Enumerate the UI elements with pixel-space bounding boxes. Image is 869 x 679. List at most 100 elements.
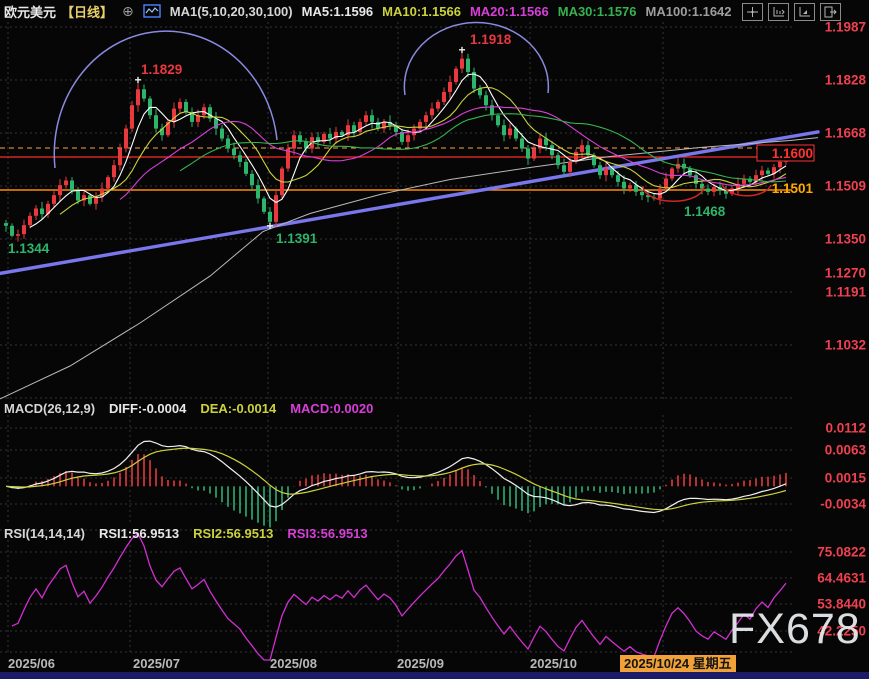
candle-body: [424, 115, 428, 122]
candle-body: [562, 165, 566, 172]
macd-title[interactable]: MACD(26,12,9): [4, 401, 95, 416]
timeframe-label[interactable]: 【日线】: [61, 2, 113, 21]
candle-body: [220, 129, 224, 139]
price-chart-canvas[interactable]: +++1.18291.19181.13911.13441.14681.19871…: [0, 0, 869, 679]
axis-price-label: 1.1032: [825, 338, 866, 353]
candle-body: [40, 208, 44, 214]
candle-body: [232, 149, 236, 156]
axis-price-label: 1.1270: [825, 266, 866, 281]
candle-body: [52, 195, 56, 204]
candle-body: [568, 162, 572, 172]
candle-body: [352, 125, 356, 132]
candle-body: [640, 192, 644, 195]
ma10-value: MA10:1.1566: [382, 4, 461, 19]
candle-body: [28, 216, 32, 225]
candle-body: [526, 149, 530, 159]
ma5-value: MA5:1.1596: [302, 4, 374, 19]
marked-price-tag: 1.1501: [772, 181, 814, 196]
axis-price-label: 75.0822: [817, 545, 866, 560]
candle-body: [616, 175, 620, 182]
price-annotation: 1.1391: [276, 231, 318, 246]
zoom-out-axis-button[interactable]: [794, 3, 815, 21]
candle-body: [436, 102, 440, 109]
candle-body: [406, 135, 410, 142]
marked-price-tag: 1.1600: [772, 146, 813, 161]
ma-settings-label[interactable]: MA1(5,10,20,30,100): [170, 4, 293, 19]
axis-price-label: 0.0112: [825, 421, 866, 436]
add-indicator-icon[interactable]: ⊕: [122, 3, 134, 20]
candle-body: [88, 195, 92, 204]
candle-body: [664, 179, 668, 189]
chart-header: 欧元美元 【日线】 ⊕ MA1(5,10,20,30,100) MA5:1.15…: [0, 0, 869, 22]
candle-body: [118, 149, 122, 166]
candle-body: [502, 125, 506, 135]
candle-body: [64, 181, 68, 186]
candle-body: [778, 162, 782, 167]
axis-price-label: 1.1350: [825, 232, 866, 247]
candle-body: [628, 185, 632, 188]
candle-body: [430, 109, 434, 116]
candle-body: [70, 181, 74, 191]
candle-body: [484, 95, 488, 105]
candle-body: [466, 59, 470, 72]
pan-tool-button[interactable]: [742, 3, 763, 21]
chart-toolbar: [742, 3, 841, 21]
candle-body: [760, 171, 764, 176]
candle-body: [478, 89, 482, 96]
candle-body: [16, 234, 20, 236]
candle-body: [262, 198, 266, 211]
ma20-value: MA20:1.1566: [470, 4, 549, 19]
macd-dea-line: [6, 448, 786, 510]
rsi2-value: RSI2:56.9513: [193, 526, 273, 541]
axis-price-label: 0.0015: [825, 471, 867, 486]
candle-body: [448, 82, 452, 92]
candle-body: [106, 177, 110, 188]
candle-body: [250, 174, 254, 185]
exit-fullscreen-button[interactable]: [820, 3, 841, 21]
zoom-in-axis-button[interactable]: [768, 3, 789, 21]
candle-body: [556, 155, 560, 165]
candle-body: [520, 139, 524, 149]
candle-body: [34, 208, 38, 215]
trendline: [0, 132, 818, 274]
candle-body: [94, 197, 98, 204]
candle-body: [622, 182, 626, 189]
candle-body: [634, 185, 638, 192]
horizontal-scrollbar[interactable]: [0, 672, 869, 679]
macd-macd-value: MACD:0.0020: [290, 401, 373, 416]
candle-body: [532, 149, 536, 159]
candle-body: [706, 188, 710, 191]
candle-body: [238, 155, 242, 162]
candle-body: [226, 139, 230, 149]
candle-body: [4, 223, 8, 226]
candle-body: [136, 89, 140, 105]
axis-price-label: 0.0063: [825, 443, 867, 458]
candle-body: [508, 129, 512, 136]
candle-body: [124, 129, 128, 149]
x-axis-month-label: 2025/09: [397, 656, 444, 671]
candle-body: [604, 169, 608, 176]
price-annotation: 1.1829: [141, 62, 182, 77]
chart-type-icon[interactable]: [143, 4, 161, 18]
candle-body: [670, 169, 674, 179]
candle-body: [370, 115, 374, 122]
candle-body: [112, 165, 116, 177]
pattern-arc-red: [643, 186, 704, 201]
axis-price-label: -0.0034: [820, 497, 866, 512]
price-annotation: 1.1918: [470, 32, 512, 47]
axis-price-label: 1.1668: [825, 126, 867, 141]
ma100-value: MA100:1.1642: [646, 4, 732, 19]
price-annotation: 1.1344: [8, 241, 50, 256]
candle-body: [454, 69, 458, 82]
symbol-title: 欧元美元: [4, 2, 56, 21]
candle-body: [328, 134, 332, 139]
candle-body: [154, 115, 158, 128]
candle-body: [178, 102, 182, 109]
rsi-title[interactable]: RSI(14,14,14): [4, 526, 85, 541]
candle-body: [274, 195, 278, 222]
candle-body: [766, 171, 770, 174]
candle-body: [364, 115, 368, 122]
candle-body: [244, 162, 248, 174]
candle-body: [130, 105, 134, 128]
x-axis-latest-date-label: 2025/10/24 星期五: [620, 655, 736, 672]
